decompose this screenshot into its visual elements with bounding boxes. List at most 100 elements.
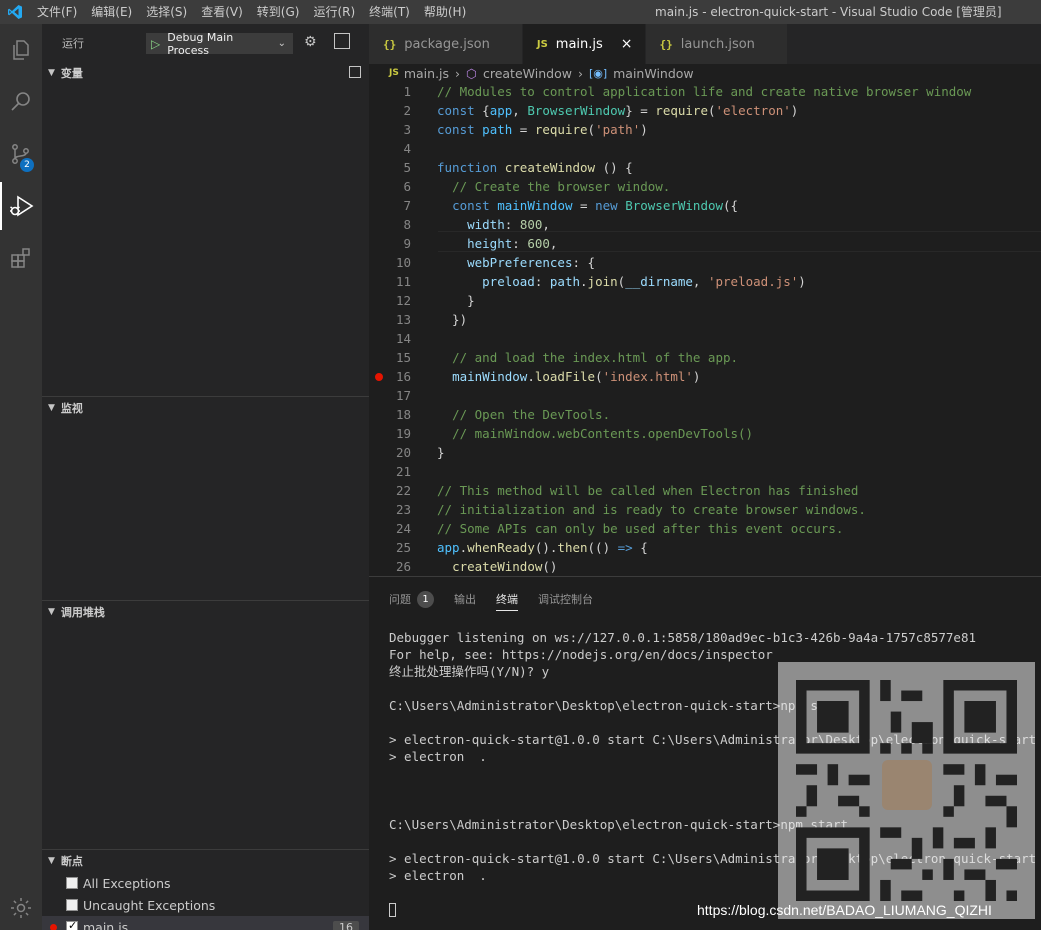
menu-edit[interactable]: 编辑(E) (84, 0, 139, 24)
close-icon[interactable]: × (621, 36, 633, 52)
collapse-all-icon[interactable] (349, 66, 361, 78)
breakpoint-main-js[interactable]: main.js 16 (42, 916, 369, 930)
line-number: 1 (403, 84, 411, 99)
variable-symbol-icon: [◉] (588, 66, 608, 80)
line-number: 18 (395, 407, 411, 422)
tab-problems[interactable]: 问题 1 (389, 587, 434, 611)
launch-config-label: Debug Main Process (167, 30, 234, 57)
tab-launch-json[interactable]: {} launch.json (645, 24, 788, 64)
title-bar: 文件(F) 编辑(E) 选择(S) 查看(V) 转到(G) 运行(R) 终端(T… (0, 0, 1041, 24)
terminal-line: For help, see: https://nodejs.org/en/doc… (389, 647, 773, 662)
chevron-down-icon: ▼ (48, 607, 55, 617)
checkbox[interactable] (66, 919, 78, 930)
chevron-down-icon: ▼ (48, 403, 55, 413)
code-line: 17 (369, 386, 1041, 405)
code-line: 21 (369, 462, 1041, 481)
watch-title: 监视 (60, 402, 83, 415)
tab-debug-console[interactable]: 调试控制台 (538, 587, 593, 611)
watermark-url: https://blog.csdn.net/BADAO_LIUMANG_QIZH… (697, 902, 992, 918)
extensions-icon[interactable] (0, 234, 42, 282)
sidebar-header: 运行 ▷ Debug Main Process ⌄ ⚙ (42, 24, 369, 62)
tab-main-js[interactable]: JS main.js × (522, 24, 646, 64)
breadcrumb-file[interactable]: main.js (404, 66, 449, 81)
line-number: 26 (395, 559, 411, 574)
line-number: 8 (403, 217, 411, 232)
js-file-icon: JS (389, 68, 399, 78)
settings-gear-icon[interactable] (0, 884, 42, 930)
start-debugging-icon[interactable]: ▷ (151, 37, 160, 51)
open-launch-json-gear-icon[interactable]: ⚙ (304, 34, 317, 50)
line-number: 12 (395, 293, 411, 308)
panel-tabs: 问题 1 输出 终端 调试控制台 (389, 587, 613, 611)
breakpoint-label: main.js (83, 919, 129, 930)
code-line-breakpoint: 16 mainWindow.loadFile('index.html') (369, 367, 1041, 386)
breakpoint-line-badge: 16 (333, 920, 359, 930)
line-number: 14 (395, 331, 411, 346)
menu-help[interactable]: 帮助(H) (417, 0, 473, 24)
code-line: 24// Some APIs can only be used after th… (369, 519, 1041, 538)
run-debug-icon[interactable] (0, 182, 42, 230)
tab-label: main.js (555, 36, 603, 52)
explorer-icon[interactable] (0, 26, 42, 74)
menu-go[interactable]: 转到(G) (250, 0, 307, 24)
breakpoints-header[interactable]: ▼ 断点 (42, 850, 369, 872)
line-number: 23 (395, 502, 411, 517)
code-line: 11 preload: path.join(__dirname, 'preloa… (369, 272, 1041, 291)
tab-terminal[interactable]: 终端 (496, 587, 518, 611)
tab-package-json[interactable]: {} package.json (369, 24, 523, 64)
menu-file[interactable]: 文件(F) (30, 0, 84, 24)
watch-header[interactable]: ▼ 监视 (42, 397, 369, 419)
line-number: 17 (395, 388, 411, 403)
vscode-logo-icon (0, 0, 30, 24)
code-line: 10 webPreferences: { (369, 253, 1041, 272)
callstack-section: ▼ 调用堆栈 (42, 600, 369, 849)
debug-sidebar: 运行 ▷ Debug Main Process ⌄ ⚙ ▼ 变量 ▼ 监视 ▼ … (42, 24, 369, 930)
terminal-cursor (389, 903, 396, 917)
menu-terminal[interactable]: 终端(T) (362, 0, 417, 24)
avatar (882, 760, 932, 810)
code-line: 3 const path = require('path') (369, 120, 1041, 139)
chevron-down-icon: ▼ (48, 856, 55, 866)
callstack-title: 调用堆栈 (60, 606, 105, 619)
menu-bar: 文件(F) 编辑(E) 选择(S) 查看(V) 转到(G) 运行(R) 终端(T… (30, 0, 473, 24)
variables-title: 变量 (60, 67, 83, 80)
scm-badge: 2 (20, 158, 34, 172)
launch-config-select[interactable]: ▷ Debug Main Process ⌄ (146, 30, 293, 57)
code-line: 26 createWindow() (369, 557, 1041, 576)
code-line: 23// initialization and is ready to crea… (369, 500, 1041, 519)
line-number: 5 (403, 160, 411, 175)
checkbox[interactable] (66, 877, 78, 889)
breakpoint-all-exceptions[interactable]: All Exceptions (42, 872, 369, 894)
line-number: 15 (395, 350, 411, 365)
variables-header[interactable]: ▼ 变量 (42, 62, 369, 84)
breakpoint-uncaught-exceptions[interactable]: Uncaught Exceptions (42, 894, 369, 916)
tab-output[interactable]: 输出 (454, 587, 476, 611)
callstack-header[interactable]: ▼ 调用堆栈 (42, 601, 369, 623)
line-number: 6 (403, 179, 411, 194)
menu-view[interactable]: 查看(V) (194, 0, 250, 24)
breadcrumb-variable[interactable]: mainWindow (613, 66, 694, 81)
code-line: 1// Modules to control application life … (369, 82, 1041, 101)
code-line: 6 // Create the browser window. (369, 177, 1041, 196)
breadcrumb-function[interactable]: createWindow (483, 66, 572, 81)
qr-code-watermark (778, 662, 1035, 919)
problems-count-badge: 1 (417, 590, 434, 608)
line-number: 11 (395, 274, 411, 289)
code-line: 9 height: 600, (369, 234, 1041, 253)
watch-section: ▼ 监视 (42, 396, 369, 600)
js-file-icon: JS (536, 38, 548, 50)
line-number: 13 (395, 312, 411, 327)
search-icon[interactable] (0, 78, 42, 126)
window-title: main.js - electron-quick-start - Visual … (655, 5, 1002, 19)
code-line: 19 // mainWindow.webContents.openDevTool… (369, 424, 1041, 443)
menu-run[interactable]: 运行(R) (306, 0, 362, 24)
source-control-icon[interactable]: 2 (0, 130, 42, 178)
checkbox[interactable] (66, 899, 78, 911)
json-file-icon: {} (659, 37, 673, 51)
debug-console-icon[interactable] (334, 33, 350, 49)
code-editor[interactable]: 1// Modules to control application life … (369, 82, 1041, 576)
editor-tabs: {} package.json JS main.js × {} launch.j… (369, 24, 1041, 64)
code-line: 13 }) (369, 310, 1041, 329)
json-file-icon: {} (383, 37, 397, 51)
menu-selection[interactable]: 选择(S) (139, 0, 194, 24)
